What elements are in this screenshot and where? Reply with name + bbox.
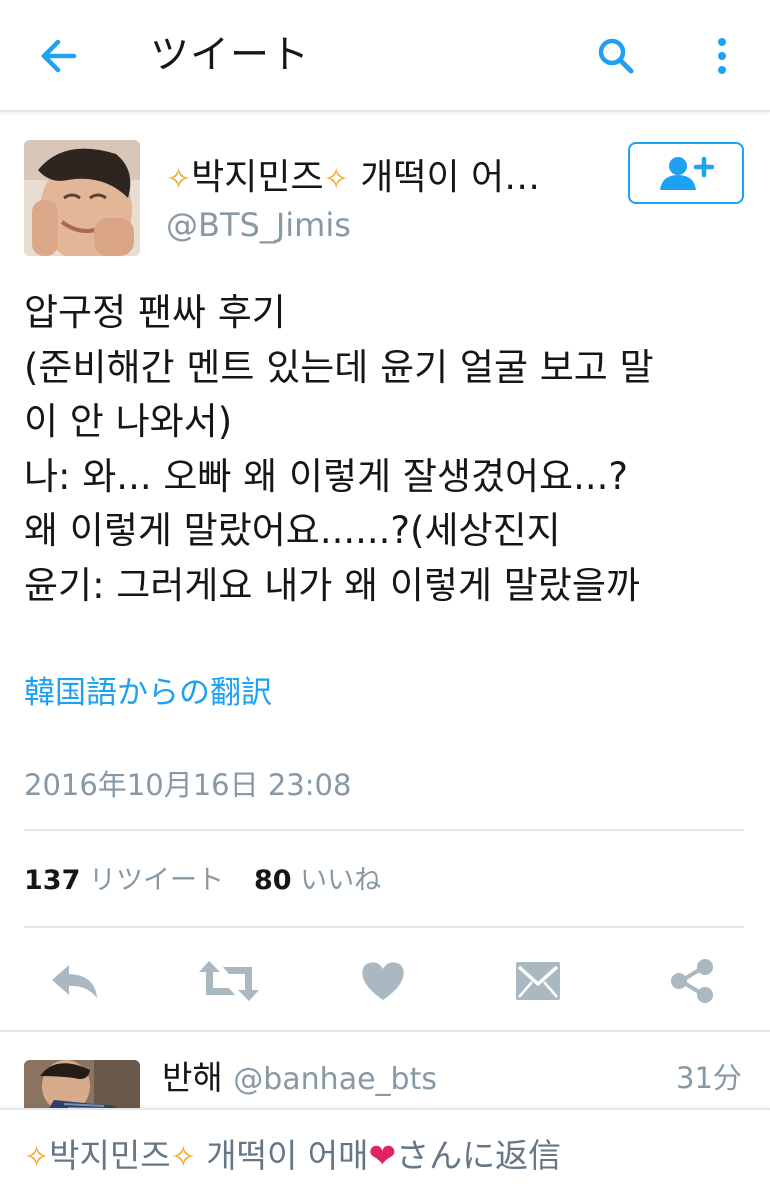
like-count-label: いいね	[300, 865, 382, 896]
reply-author[interactable]: 반해 @banhae_bts	[162, 1054, 437, 1104]
reply-time: 31分	[676, 1061, 742, 1095]
reply-avatar-image	[24, 1060, 140, 1110]
tweet-text-line: 왜 이렇게 말랐어요......?(세상진지	[24, 509, 561, 552]
author-avatar-image	[24, 140, 140, 256]
follow-button[interactable]	[628, 142, 744, 204]
share-button[interactable]	[657, 952, 727, 1010]
like-count[interactable]: 80 いいね	[254, 860, 381, 902]
divider	[24, 829, 744, 831]
retweet-button[interactable]	[194, 952, 264, 1010]
author-name-suffix: 개떡이 어…	[348, 157, 541, 198]
sparkle-icon: ✧	[323, 162, 349, 197]
retweet-count-value: 137	[24, 865, 81, 896]
back-button[interactable]	[30, 30, 86, 82]
author-name-text: 박지민즈	[191, 157, 324, 198]
tweet-text-line: 이 안 나와서)	[24, 400, 233, 443]
tweet-text: 압구정 팬싸 후기 (준비해간 멘트 있는데 윤기 얼굴 보고 말 이 안 나와…	[24, 286, 754, 613]
retweet-count-label: リツイート	[88, 865, 224, 896]
more-options-button[interactable]	[700, 28, 744, 84]
envelope-icon	[516, 962, 560, 1000]
tweet-stats: 137 リツイート 80 いいね	[24, 860, 381, 902]
follow-user-plus-icon	[660, 156, 714, 190]
divider	[0, 1030, 770, 1032]
divider	[24, 926, 744, 928]
search-button[interactable]	[588, 28, 644, 84]
sparkle-icon: ✧	[166, 162, 192, 197]
retweet-icon	[199, 961, 259, 1001]
search-icon	[598, 38, 634, 74]
app-bar: ツイート	[0, 0, 770, 112]
sparkle-icon: ✧	[24, 1140, 50, 1175]
arrow-left-icon	[41, 39, 77, 73]
like-button[interactable]	[348, 952, 418, 1010]
retweet-count[interactable]: 137 リツイート	[24, 860, 224, 902]
compose-name-suffix: 개떡이 어매	[195, 1136, 369, 1175]
reply-compose-bar[interactable]: ✧박지민즈✧ 개떡이 어매❤さんに返信	[0, 1108, 770, 1200]
author-display-name[interactable]: ✧박지민즈✧ 개떡이 어…	[166, 152, 540, 206]
reply-author-name: 반해	[162, 1058, 223, 1097]
page-title: ツイート	[150, 33, 311, 78]
author-handle[interactable]: @BTS_Jimis	[166, 202, 351, 248]
translate-link[interactable]: 韓国語からの翻訳	[24, 670, 272, 716]
heart-icon	[362, 962, 404, 1000]
reply-button[interactable]	[40, 952, 110, 1010]
reply-compose-placeholder: ✧박지민즈✧ 개떡이 어매❤さんに返信	[24, 1132, 561, 1182]
reply-author-avatar[interactable]	[24, 1060, 140, 1110]
reply-author-handle: @banhae_bts	[233, 1062, 437, 1097]
tweet-text-line: 압구정 팬싸 후기	[24, 291, 286, 334]
tweet-text-line: 윤기: 그러게요 내가 왜 이렇게 말랐을까	[24, 563, 640, 607]
tweet-timestamp: 2016年10月16日 23:08	[24, 768, 352, 802]
compose-name: 박지민즈	[49, 1136, 171, 1175]
share-icon	[671, 959, 713, 1003]
more-vertical-icon	[718, 38, 726, 74]
direct-message-button[interactable]	[503, 952, 573, 1010]
sparkle-icon: ✧	[170, 1140, 196, 1175]
like-count-value: 80	[253, 865, 292, 896]
reply-icon	[52, 965, 97, 998]
tweet-text-line: (준비해간 멘트 있는데 윤기 얼굴 보고 말	[24, 345, 654, 389]
heart-emoji-icon: ❤	[368, 1136, 397, 1175]
compose-reply-label: さんに返信	[396, 1136, 562, 1175]
tweet-text-line: 나: 와... 오빠 왜 이렇게 잘생겼어요...?	[24, 454, 628, 498]
author-avatar[interactable]	[24, 140, 140, 256]
